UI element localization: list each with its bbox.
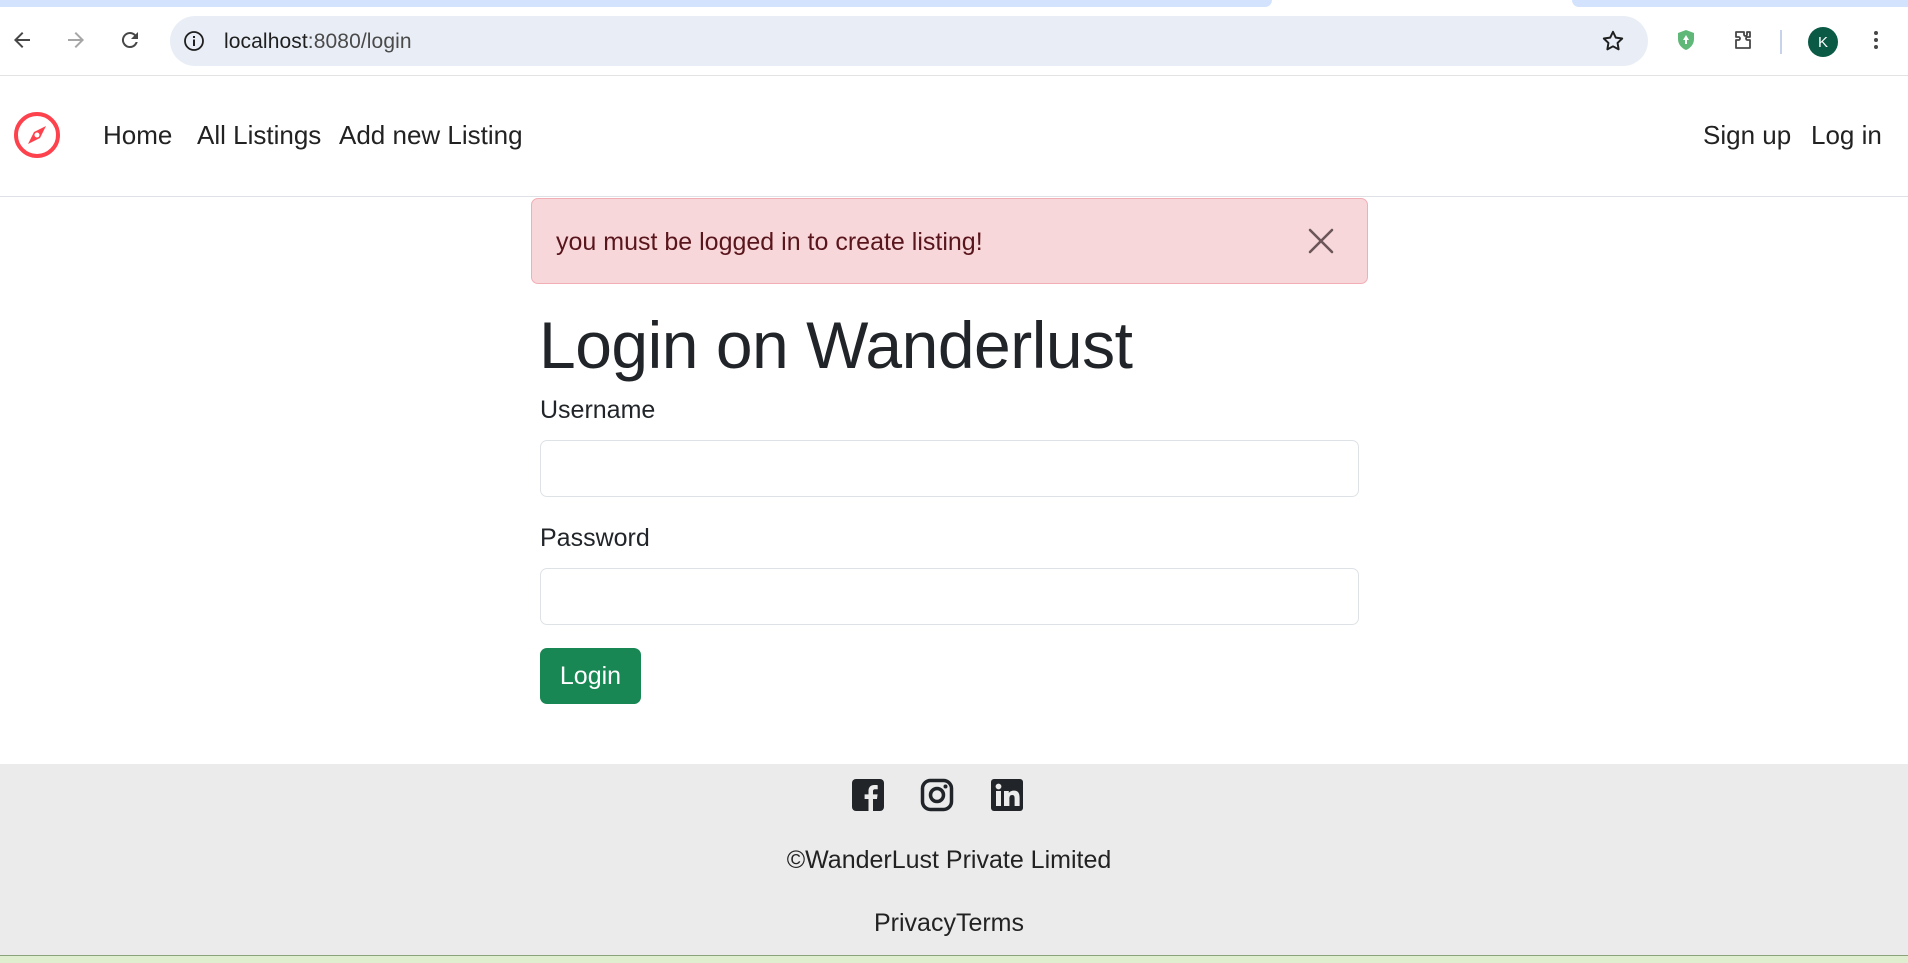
url-host: localhost: [224, 30, 308, 53]
site-footer: ©WanderLust Private Limited PrivacyTerms: [0, 764, 1908, 956]
url-text[interactable]: localhost:8080/login: [224, 30, 412, 54]
social-links: [851, 778, 1026, 816]
info-icon[interactable]: [182, 29, 206, 53]
forward-arrow-icon[interactable]: [60, 24, 92, 56]
privacy-link[interactable]: Privacy: [874, 909, 956, 937]
window-bottom-strip: [0, 955, 1908, 963]
password-input[interactable]: [540, 568, 1359, 625]
url-path: :8080/login: [307, 30, 412, 53]
terms-link[interactable]: Terms: [956, 909, 1024, 937]
login-button[interactable]: Login: [540, 648, 641, 704]
linkedin-icon[interactable]: [990, 778, 1024, 812]
password-label: Password: [540, 524, 650, 552]
site-navbar: Home All Listings Add new Listing Sign u…: [0, 77, 1908, 197]
browser-tab-background[interactable]: [1572, 0, 1908, 7]
close-icon[interactable]: [1305, 225, 1337, 257]
nav-link-home[interactable]: Home: [103, 120, 172, 151]
more-vert-icon[interactable]: [1860, 24, 1892, 56]
bookmark-star-icon[interactable]: [1600, 28, 1626, 54]
extensions-puzzle-icon[interactable]: [1727, 24, 1759, 56]
footer-links: PrivacyTerms: [0, 909, 1898, 938]
nav-link-signup[interactable]: Sign up: [1703, 120, 1791, 151]
toolbar-divider: [1780, 30, 1782, 54]
username-label: Username: [540, 396, 656, 424]
browser-tab-strip: [0, 0, 1908, 8]
browser-tab-background[interactable]: [0, 0, 1272, 7]
compass-icon[interactable]: [12, 110, 62, 160]
copyright-text: ©WanderLust Private Limited: [786, 846, 1112, 874]
nav-link-all-listings[interactable]: All Listings: [197, 120, 321, 151]
nav-link-add-listing[interactable]: Add new Listing: [339, 120, 523, 151]
facebook-icon[interactable]: [851, 778, 885, 812]
nav-link-login[interactable]: Log in: [1811, 120, 1882, 151]
instagram-icon[interactable]: [920, 778, 954, 812]
alert-message: you must be logged in to create listing!: [556, 228, 983, 256]
reload-icon[interactable]: [114, 24, 146, 56]
address-bar[interactable]: localhost:8080/login: [170, 16, 1648, 66]
error-alert: you must be logged in to create listing!: [531, 198, 1368, 284]
username-input[interactable]: [540, 440, 1359, 497]
browser-toolbar: localhost:8080/login K: [0, 8, 1908, 76]
profile-avatar[interactable]: K: [1808, 27, 1838, 57]
page-title: Login on Wanderlust: [539, 308, 1133, 382]
shield-extension-icon[interactable]: [1670, 24, 1702, 56]
back-arrow-icon[interactable]: [6, 24, 38, 56]
